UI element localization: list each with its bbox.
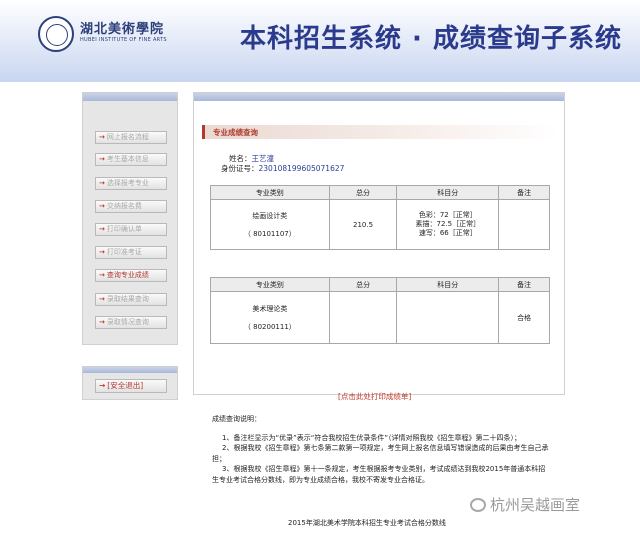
logout-button[interactable]: → [安全退出] (95, 379, 167, 393)
arrow-right-icon: → (99, 271, 105, 279)
sidebar-item-pay-fee[interactable]: → 交纳报名费 (95, 200, 167, 213)
major-name: 绘画设计类 (252, 211, 288, 220)
logout-panel: → [安全退出] (82, 366, 178, 400)
subject-scores-cell: 色彩：72［正常］ 素描：72.5［正常］ 速写：66［正常］ (396, 199, 500, 250)
sidebar: → 网上报名流程 → 考生基本信息 → 选择报考专业 → 交纳报名费 → 打印确认单 → 打… (82, 92, 178, 345)
section-title: 专业成绩查询 (213, 128, 258, 137)
query-notes: 成绩查询说明： 1、备注栏显示为“优录”表示“符合我校招生优录条件”（详情对照我… (212, 414, 552, 485)
col-header-subjects: 科目分 (396, 277, 500, 292)
print-transcript-link[interactable]: [点击此处打印成绩单] (338, 391, 411, 402)
col-header-total: 总分 (328, 185, 398, 200)
major-code: （ 80101107） (243, 229, 296, 238)
score-table-1: 专业类别 总分 科目分 备注 绘画设计类 （ 80101107） 210.5 色彩… (210, 185, 550, 250)
sidebar-item-admission-result[interactable]: → 录取结果查询 (95, 293, 167, 306)
col-header-major: 专业类别 (210, 277, 330, 292)
wechat-icon (470, 498, 486, 512)
col-header-note: 备注 (498, 185, 550, 200)
school-name: 湖北美術學院 (80, 22, 165, 37)
system-title: 本科招生系统 · 成绩查询子系统 (240, 24, 622, 54)
note-cell: 合格 (498, 291, 550, 344)
sidebar-item-print-confirmation[interactable]: → 打印确认单 (95, 223, 167, 236)
page-header: 湖北美術學院 HUBEI INSTITUTE OF FINE ARTS 本科招生… (0, 0, 640, 82)
arrow-right-icon: → (99, 202, 105, 210)
major-cell: 美术理论类 （ 80200111） (210, 291, 330, 344)
arrow-right-icon: → (99, 381, 106, 390)
arrow-right-icon: → (99, 179, 105, 187)
total-score: 210.5 (328, 199, 398, 250)
school-logo (38, 16, 74, 52)
table-row: 美术理论类 （ 80200111） 合格 (210, 291, 550, 344)
major-name: 美术理论类 (252, 304, 288, 313)
note-item: 1、备注栏显示为“优录”表示“符合我校招生优录条件”（详情对照我校《招生章程》第… (222, 433, 521, 442)
arrow-right-icon: → (99, 248, 105, 256)
section-header: 专业成绩查询 (202, 125, 558, 139)
sidebar-item-candidate-info[interactable]: → 考生基本信息 (95, 153, 167, 166)
sidebar-item-admission-status[interactable]: → 录取情况查询 (95, 316, 167, 329)
subject-scores-cell (396, 291, 500, 344)
note-item: 3、根据我校《招生章程》第十一条规定，考生根据报考专业类别，考试成绩达到我校20… (212, 465, 546, 484)
score-table-2: 专业类别 总分 科目分 备注 美术理论类 （ 80200111） 合格 (210, 277, 550, 344)
arrow-right-icon: → (99, 225, 105, 233)
col-header-note: 备注 (498, 277, 550, 292)
note-item: 2、根据我校《招生章程》第七条第二款第一项规定，考生网上报名信息填写错误造成的后… (212, 444, 549, 463)
notes-title: 成绩查询说明： (212, 415, 261, 423)
sidebar-item-print-admission-ticket[interactable]: → 打印准考证 (95, 246, 167, 259)
subject-score: 素描：72.5［正常］ (415, 220, 481, 228)
school-name-english: HUBEI INSTITUTE OF FINE ARTS (80, 37, 167, 43)
arrow-right-icon: → (99, 318, 105, 326)
subject-score: 速写：66［正常］ (418, 229, 477, 237)
note-cell (498, 199, 550, 250)
table-header-row: 专业类别 总分 科目分 备注 (210, 185, 550, 200)
major-code: （ 80200111） (243, 322, 296, 331)
sidebar-item-registration-flow[interactable]: → 网上报名流程 (95, 131, 167, 144)
sidebar-item-select-major[interactable]: → 选择报考专业 (95, 177, 167, 190)
col-header-major: 专业类别 (210, 185, 330, 200)
candidate-id-number: 230108199605071627 (258, 164, 345, 173)
major-cell: 绘画设计类 （ 80101107） (210, 199, 330, 250)
arrow-right-icon: → (99, 155, 105, 163)
candidate-id-row: 身份证号：230108199605071627 (221, 164, 345, 173)
sidebar-item-score-query[interactable]: → 查询专业成绩 (95, 269, 167, 282)
candidate-name: 王艺潼 (251, 154, 275, 163)
footer-caption: 2015年湖北美术学院本科招生专业考试合格分数线 (288, 519, 446, 527)
arrow-right-icon: → (99, 295, 105, 303)
subject-score: 色彩：72［正常］ (418, 211, 477, 219)
col-header-total: 总分 (328, 277, 398, 292)
watermark: 杭州吴越画室 (470, 494, 580, 515)
col-header-subjects: 科目分 (396, 185, 500, 200)
total-score (328, 291, 398, 344)
table-row: 绘画设计类 （ 80101107） 210.5 色彩：72［正常］ 素描：72.5… (210, 199, 550, 250)
main-panel: 专业成绩查询 姓名：王艺潼 身份证号：230108199605071627 专业… (193, 92, 565, 395)
table-header-row: 专业类别 总分 科目分 备注 (210, 277, 550, 292)
arrow-right-icon: → (99, 133, 105, 141)
